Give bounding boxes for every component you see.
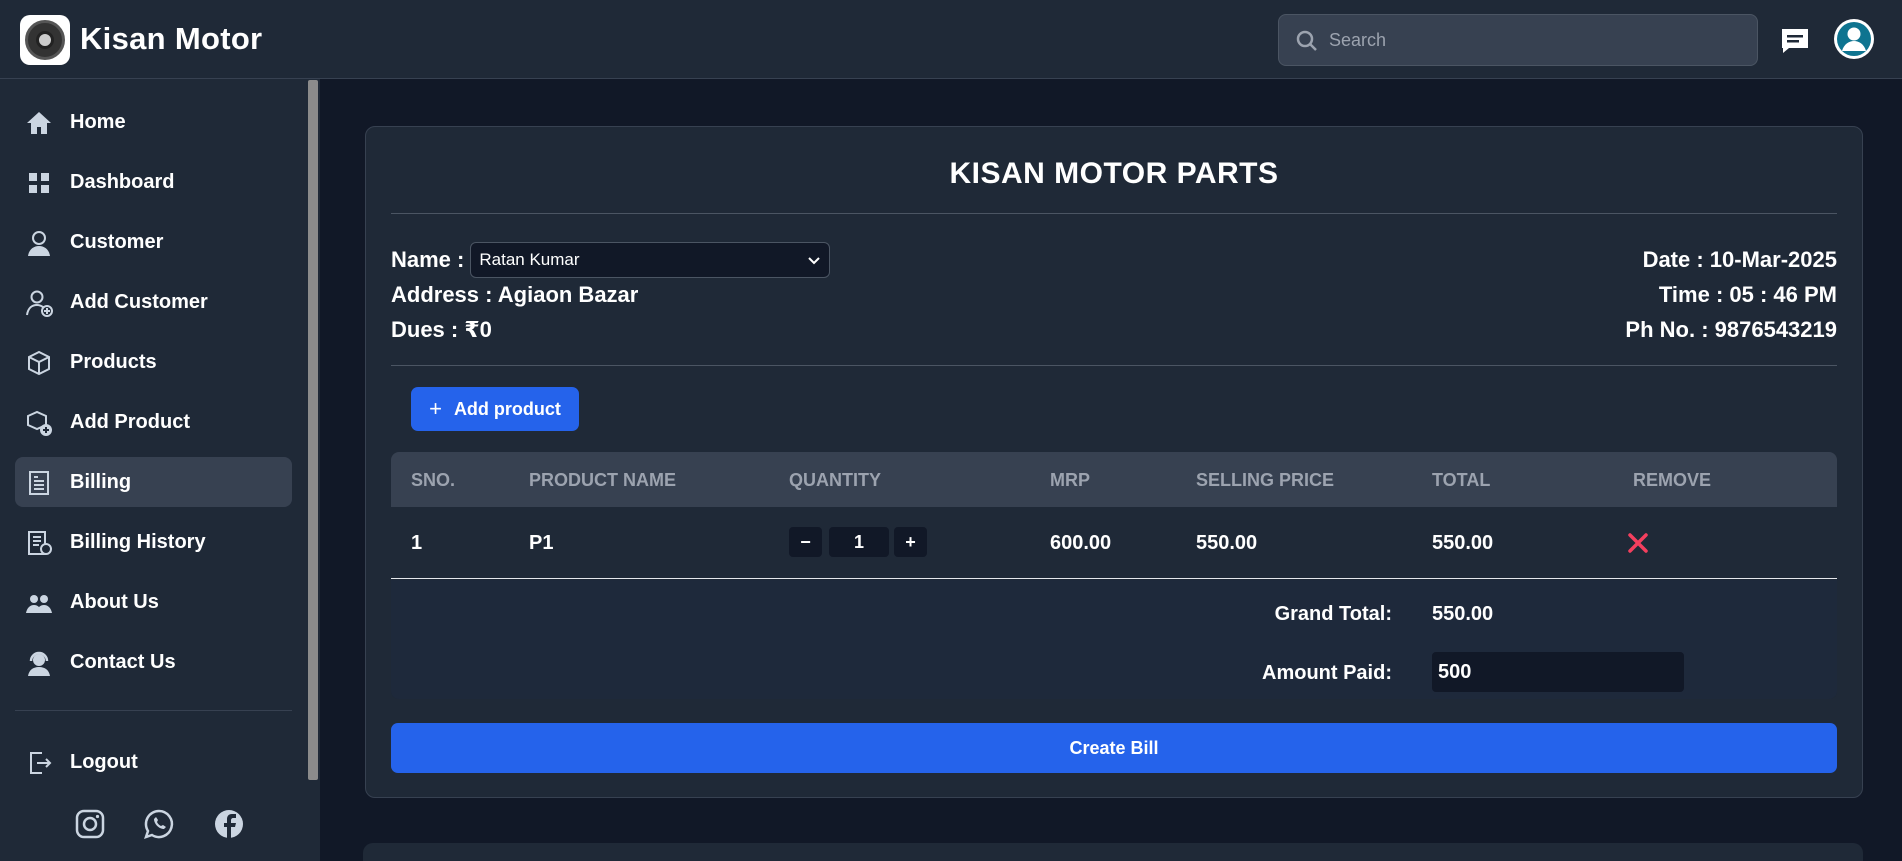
time-text: Time : 05 : 46 PM <box>1658 282 1837 307</box>
add-customer-icon <box>26 290 53 317</box>
sidebar-item-about-us[interactable]: About Us <box>15 577 292 627</box>
col-remove: REMOVE <box>1633 470 1712 490</box>
table-row: 1 P1 − 1 + 600.00 550.00 550.00 <box>391 507 1837 579</box>
logout-icon <box>30 752 52 774</box>
sidebar-item-label: Billing History <box>70 531 206 553</box>
customer-info: Name : Ratan Kumar Address : Agiaon Baza… <box>391 241 831 347</box>
col-quantity: QUANTITY <box>789 470 881 490</box>
dues-text: Dues : ₹0 <box>391 316 492 342</box>
sidebar-item-label: Add Product <box>70 411 190 433</box>
contact-us-icon <box>28 651 50 676</box>
sidebar-item-dashboard[interactable]: Dashboard <box>15 157 292 207</box>
col-mrp: MRP <box>1050 470 1090 490</box>
dashboard-icon <box>29 173 49 193</box>
products-table: SNO. PRODUCT NAME QUANTITY MRP SELLING P… <box>391 452 1837 699</box>
cell-mrp: 600.00 <box>1050 532 1112 554</box>
quantity-decrement-button[interactable]: − <box>789 527 822 557</box>
table-header: SNO. PRODUCT NAME QUANTITY MRP SELLING P… <box>391 452 1837 507</box>
cell-product-name: P1 <box>529 532 554 554</box>
cell-selling-price: 550.00 <box>1196 532 1258 554</box>
billing-icon <box>29 471 49 495</box>
chevron-down-icon <box>808 256 821 264</box>
name-label: Name : <box>391 246 465 272</box>
sidebar-item-label: Add Customer <box>70 291 208 313</box>
col-selling-price: SELLING PRICE <box>1196 470 1335 490</box>
quantity-value[interactable]: 1 <box>829 527 889 557</box>
customer-name-select[interactable]: Ratan Kumar <box>470 241 831 278</box>
title-divider <box>391 213 1837 214</box>
sidebar-item-label: Contact Us <box>70 651 176 673</box>
sidebar-scrollbar[interactable] <box>308 80 318 780</box>
sidebar-divider <box>15 710 292 711</box>
bill-title: KISAN MOTOR PARTS <box>949 157 1279 190</box>
chat-icon[interactable] <box>1780 27 1810 55</box>
user-avatar-icon[interactable] <box>1833 18 1875 60</box>
cell-total: 550.00 <box>1432 532 1494 554</box>
sidebar-item-label: Customer <box>70 231 164 253</box>
grand-total-value: 550.00 <box>1432 603 1494 625</box>
home-icon <box>27 112 51 134</box>
col-product-name: PRODUCT NAME <box>529 470 676 490</box>
remove-icon[interactable] <box>1626 531 1650 555</box>
info-divider <box>391 365 1837 366</box>
sidebar-item-billing[interactable]: Billing <box>15 457 292 507</box>
logout-label: Logout <box>70 751 138 773</box>
amount-paid-label: Amount Paid: <box>1262 662 1392 684</box>
col-total: TOTAL <box>1432 470 1491 490</box>
sidebar-item-label: Billing <box>70 471 132 493</box>
bill-summary: Grand Total: 550.00 Amount Paid: <box>391 580 1837 699</box>
sidebar-item-add-customer[interactable]: Add Customer <box>15 277 292 327</box>
customer-icon <box>28 231 50 256</box>
plus-icon: + <box>429 396 442 421</box>
sidebar-item-contact-us[interactable]: Contact Us <box>15 637 292 687</box>
customer-name-value: Ratan Kumar <box>479 249 580 269</box>
sidebar-item-add-product[interactable]: Add Product <box>15 397 292 447</box>
sidebar-item-label: Products <box>70 351 157 373</box>
search-icon <box>1296 30 1317 51</box>
top-header: Kisan Motor <box>0 0 1902 79</box>
add-product-button[interactable]: + Add product <box>411 387 579 431</box>
about-us-icon <box>26 595 52 613</box>
amount-paid-input[interactable] <box>1432 652 1684 692</box>
sidebar-item-label: Dashboard <box>70 171 175 193</box>
search-input[interactable] <box>1329 15 1749 65</box>
phone-text: Ph No. : 9876543219 <box>1625 317 1837 342</box>
add-product-label: Add product <box>453 398 561 419</box>
instagram-icon[interactable] <box>74 808 106 840</box>
create-bill-button[interactable]: Create Bill <box>391 723 1837 773</box>
date-text: Date : 10-Mar-2025 <box>1642 247 1837 272</box>
products-icon <box>28 350 50 376</box>
billing-history-icon <box>28 531 52 555</box>
address-text: Address : Agiaon Bazar <box>391 281 639 307</box>
secondary-card <box>363 843 1863 861</box>
billing-card: KISAN MOTOR PARTS Name : Ratan Kumar Add… <box>365 126 1863 798</box>
cell-sno: 1 <box>411 532 423 554</box>
quantity-increment-button[interactable]: + <box>894 527 927 557</box>
sidebar-item-customer[interactable]: Customer <box>15 217 292 267</box>
sidebar-item-logout[interactable]: Logout <box>15 737 292 787</box>
add-product-icon <box>27 410 52 436</box>
search-bar[interactable] <box>1278 14 1758 66</box>
sidebar-item-products[interactable]: Products <box>15 337 292 387</box>
col-sno: SNO. <box>411 470 456 490</box>
sidebar-item-label: Home <box>70 111 126 133</box>
brand-title: Kisan Motor <box>80 21 263 56</box>
facebook-icon[interactable] <box>213 808 245 840</box>
whatsapp-icon[interactable] <box>143 808 175 840</box>
grand-total-label: Grand Total: <box>1274 603 1392 625</box>
sidebar-item-home[interactable]: Home <box>15 97 292 147</box>
sidebar-item-label: About Us <box>70 591 159 613</box>
bill-meta: Date : 10-Mar-2025 Time : 05 : 46 PM Ph … <box>1625 242 1837 347</box>
logo-icon[interactable] <box>20 15 70 65</box>
sidebar-item-billing-history[interactable]: Billing History <box>15 517 292 567</box>
